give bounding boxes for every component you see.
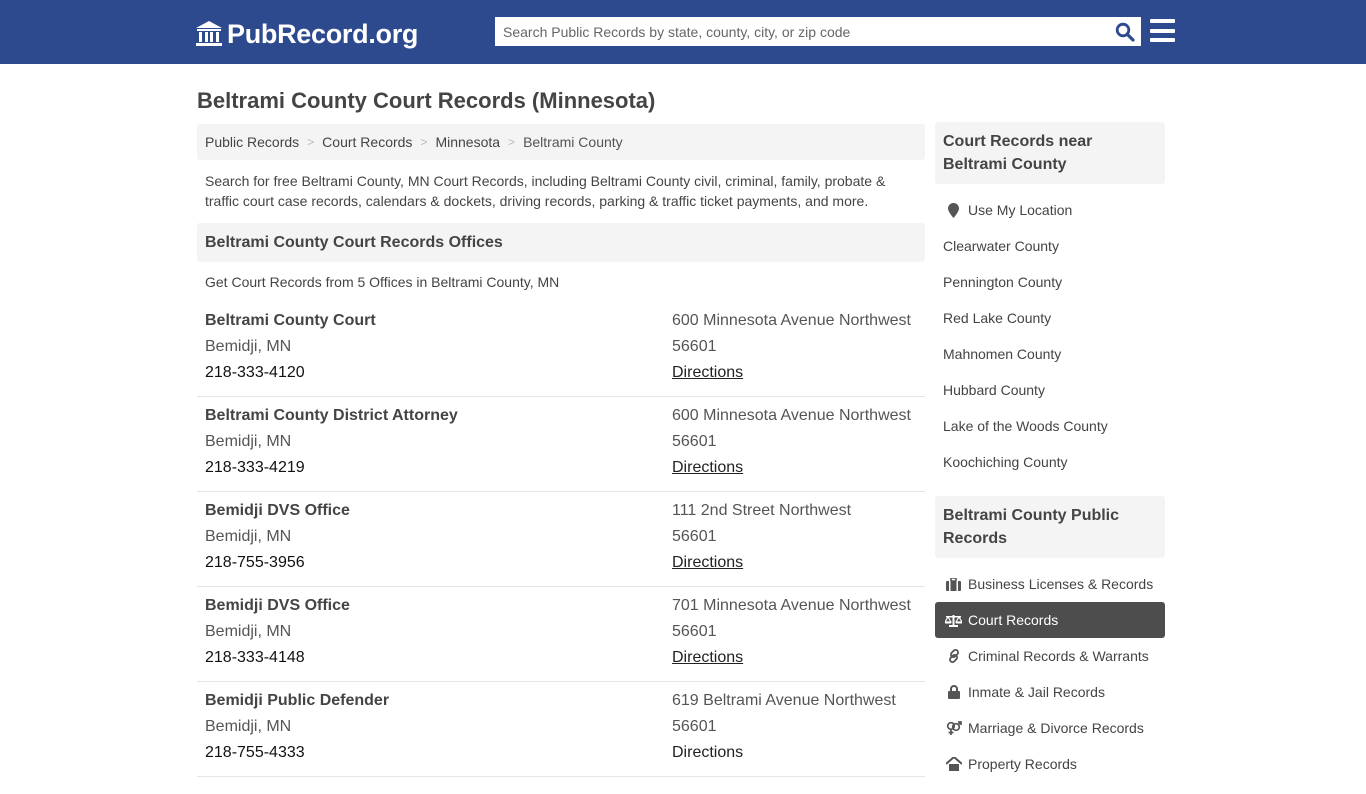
nearby-county-link[interactable]: Clearwater County <box>935 228 1165 264</box>
nearby-county-link[interactable]: Lake of the Woods County <box>935 408 1165 444</box>
scales-icon <box>945 612 962 628</box>
courthouse-icon <box>196 21 222 46</box>
offices-list: Beltrami County Court Bemidji, MN 218-33… <box>197 302 925 777</box>
office-phone[interactable]: 218-333-4219 <box>205 455 458 481</box>
sidebar-item-marriage-records[interactable]: Marriage & Divorce Records <box>935 710 1165 746</box>
breadcrumb: Public Records > Court Records > Minneso… <box>197 124 925 160</box>
nearby-county-link[interactable]: Koochiching County <box>935 444 1165 480</box>
office-item: Bemidji DVS Office Bemidji, MN 218-333-4… <box>197 587 925 682</box>
breadcrumb-court-records[interactable]: Court Records <box>322 134 412 150</box>
directions-link[interactable]: Directions <box>672 744 743 761</box>
office-name[interactable]: Beltrami County Court <box>205 308 376 334</box>
logo-text: PubRecord.org <box>227 18 419 49</box>
page-title: Beltrami County Court Records (Minnesota… <box>197 88 656 113</box>
office-address: 701 Minnesota Avenue Northwest <box>672 597 911 614</box>
breadcrumb-public-records[interactable]: Public Records <box>205 134 299 150</box>
office-address: 111 2nd Street Northwest <box>672 502 852 519</box>
lock-icon <box>945 684 962 700</box>
venus-mars-icon <box>945 720 962 736</box>
search-box <box>495 17 1141 46</box>
public-records-heading: Beltrami County Public Records <box>935 496 1165 558</box>
office-item: Bemidji Public Defender Bemidji, MN 218-… <box>197 682 925 777</box>
use-my-location-link[interactable]: Use My Location <box>935 192 1165 228</box>
breadcrumb-separator: > <box>508 135 516 149</box>
sidebar-item-label: Business Licenses & Records <box>968 576 1154 592</box>
nearby-list: Use My Location Clearwater County Pennin… <box>935 184 1165 492</box>
nearby-county-link[interactable]: Mahnomen County <box>935 336 1165 372</box>
office-address: 600 Minnesota Avenue Northwest <box>672 312 911 329</box>
main-content: Public Records > Court Records > Minneso… <box>197 124 925 777</box>
office-phone[interactable]: 218-755-4333 <box>205 740 389 766</box>
office-city: Bemidji, MN <box>205 433 292 450</box>
sidebar-item-court-records[interactable]: Court Records <box>935 602 1165 638</box>
breadcrumb-separator: > <box>420 135 428 149</box>
nearby-county-link[interactable]: Pennington County <box>935 264 1165 300</box>
home-icon <box>945 756 962 772</box>
office-city: Bemidji, MN <box>205 338 292 355</box>
use-my-location-label: Use My Location <box>968 202 1073 218</box>
office-name[interactable]: Bemidji Public Defender <box>205 688 389 714</box>
office-phone[interactable]: 218-755-3956 <box>205 550 350 576</box>
breadcrumb-separator: > <box>307 135 315 149</box>
office-name[interactable]: Bemidji DVS Office <box>205 593 350 619</box>
directions-link[interactable]: Directions <box>672 554 743 571</box>
sidebar-item-inmate-records[interactable]: Inmate & Jail Records <box>935 674 1165 710</box>
office-phone[interactable]: 218-333-4148 <box>205 645 350 671</box>
sidebar-item-criminal-records[interactable]: Criminal Records & Warrants <box>935 638 1165 674</box>
office-address: 619 Beltrami Avenue Northwest <box>672 692 896 709</box>
office-city: Bemidji, MN <box>205 623 292 640</box>
nearby-heading: Court Records near Beltrami County <box>935 122 1165 184</box>
public-records-list: Business Licenses & Records Court Record… <box>935 558 1165 794</box>
sidebar-item-label: Property Records <box>968 756 1077 772</box>
offices-subheading: Get Court Records from 5 Offices in Belt… <box>205 274 560 290</box>
sidebar-item-property-records[interactable]: Property Records <box>935 746 1165 782</box>
nearby-county-link[interactable]: Hubbard County <box>935 372 1165 408</box>
hamburger-menu-button[interactable] <box>1150 19 1175 42</box>
search-button[interactable] <box>1109 17 1141 46</box>
sidebar-item-label: Court Records <box>968 612 1059 628</box>
sidebar: Court Records near Beltrami County Use M… <box>935 122 1165 794</box>
intro-text: Search for free Beltrami County, MN Cour… <box>205 173 886 209</box>
office-name[interactable]: Beltrami County District Attorney <box>205 403 458 429</box>
office-item: Beltrami County Court Bemidji, MN 218-33… <box>197 302 925 397</box>
site-logo[interactable]: PubRecord.org <box>195 17 418 51</box>
office-zip: 56601 <box>672 718 717 735</box>
office-address: 600 Minnesota Avenue Northwest <box>672 407 911 424</box>
office-zip: 56601 <box>672 623 717 640</box>
map-marker-icon <box>945 202 962 218</box>
office-zip: 56601 <box>672 338 717 355</box>
top-navigation-bar: PubRecord.org <box>0 0 1366 64</box>
search-icon <box>1115 22 1135 42</box>
sidebar-item-label: Inmate & Jail Records <box>968 684 1105 700</box>
office-item: Beltrami County District Attorney Bemidj… <box>197 397 925 492</box>
link-icon <box>945 648 962 664</box>
sidebar-item-label: Criminal Records & Warrants <box>968 648 1149 664</box>
sidebar-item-label: Marriage & Divorce Records <box>968 720 1144 736</box>
office-phone[interactable]: 218-333-4120 <box>205 360 376 386</box>
office-city: Bemidji, MN <box>205 528 292 545</box>
office-city: Bemidji, MN <box>205 718 292 735</box>
directions-link[interactable]: Directions <box>672 364 743 381</box>
directions-link[interactable]: Directions <box>672 649 743 666</box>
office-zip: 56601 <box>672 433 717 450</box>
nearby-county-link[interactable]: Red Lake County <box>935 300 1165 336</box>
directions-link[interactable]: Directions <box>672 459 743 476</box>
breadcrumb-minnesota[interactable]: Minnesota <box>435 134 500 150</box>
breadcrumb-beltrami-county: Beltrami County <box>523 134 623 150</box>
office-name[interactable]: Bemidji DVS Office <box>205 498 350 524</box>
office-item: Bemidji DVS Office Bemidji, MN 218-755-3… <box>197 492 925 587</box>
menu-bar <box>1150 28 1175 33</box>
menu-bar <box>1150 38 1175 42</box>
office-zip: 56601 <box>672 528 717 545</box>
menu-bar <box>1150 19 1175 23</box>
offices-heading: Beltrami County Court Records Offices <box>197 223 925 262</box>
briefcase-icon <box>945 576 962 592</box>
sidebar-item-business-licenses[interactable]: Business Licenses & Records <box>935 566 1165 602</box>
search-input[interactable] <box>495 17 1109 46</box>
